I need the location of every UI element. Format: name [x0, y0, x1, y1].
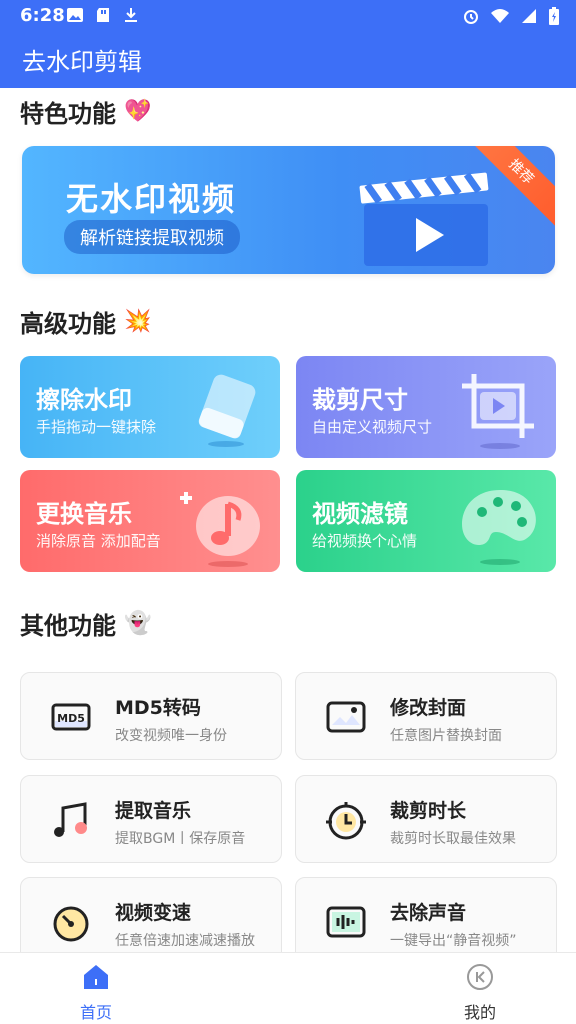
sd-card-icon	[97, 8, 109, 22]
music-note-icon	[180, 492, 260, 567]
card-title: 去除声音	[390, 902, 467, 924]
bottom-navigation: 首页 我的	[0, 952, 576, 1024]
section-featured-label: 特色功能	[20, 100, 116, 128]
md5-transcode-card[interactable]: MD5 MD5转码 改变视频唯一身份	[20, 672, 282, 760]
card-subtitle: 提取BGM丨保存原音	[115, 831, 246, 847]
card-title: MD5转码	[115, 697, 201, 719]
nav-home-label: 首页	[79, 1003, 112, 1022]
nav-profile[interactable]: 我的	[440, 963, 520, 1023]
clapperboard-icon	[359, 172, 489, 266]
app-title: 去水印剪辑	[22, 48, 142, 76]
card-subtitle: 手指拖动一键抹除	[36, 418, 157, 436]
card-subtitle: 任意图片替换封面	[390, 728, 502, 744]
alarm-icon	[464, 10, 478, 24]
no-watermark-video-banner[interactable]: 无水印视频 解析链接提取视频 推荐	[22, 146, 555, 274]
erase-watermark-card[interactable]: 擦除水印 手指拖动一键抹除	[20, 356, 280, 458]
card-subtitle: 一键导出“静音视频”	[390, 933, 517, 949]
card-title: 提取音乐	[115, 800, 192, 822]
card-subtitle: 任意倍速加速减速播放	[115, 933, 255, 949]
card-subtitle: 改变视频唯一身份	[115, 728, 227, 744]
palette-icon	[462, 490, 536, 565]
sparkle-heart-icon: 💖	[124, 99, 152, 124]
card-title: 擦除水印	[36, 386, 132, 414]
eraser-icon	[198, 374, 256, 447]
app-bar: 去水印剪辑	[0, 32, 576, 88]
card-title: 视频滤镜	[312, 500, 408, 528]
download-icon	[125, 8, 137, 22]
home-icon	[84, 965, 108, 989]
timer-icon	[326, 802, 366, 840]
nav-profile-label: 我的	[463, 1003, 496, 1022]
card-title: 修改封面	[390, 697, 467, 719]
battery-icon	[549, 7, 559, 25]
svg-text:MD5: MD5	[57, 712, 85, 725]
extract-music-card[interactable]: 提取音乐 提取BGM丨保存原音	[20, 775, 282, 863]
profile-icon	[467, 964, 493, 990]
card-title: 裁剪尺寸	[312, 386, 408, 414]
music-icon	[54, 802, 87, 837]
section-featured-title: 特色功能 💖	[20, 94, 151, 129]
trim-duration-card[interactable]: 裁剪时长 裁剪时长取最佳效果	[295, 775, 557, 863]
crop-icon	[462, 374, 534, 449]
change-cover-card[interactable]: 修改封面 任意图片替换封面	[295, 672, 557, 760]
crop-size-card[interactable]: 裁剪尺寸 自由定义视频尺寸	[296, 356, 556, 458]
status-time: 6:28	[20, 5, 65, 26]
banner-subtitle: 解析链接提取视频	[64, 220, 240, 254]
section-advanced-label: 高级功能	[20, 310, 116, 338]
card-title: 更换音乐	[36, 500, 132, 528]
section-advanced-title: 高级功能 💥	[20, 304, 151, 339]
speed-icon	[53, 906, 89, 942]
section-others-label: 其他功能	[20, 612, 116, 640]
section-others-title: 其他功能 👻	[20, 606, 151, 641]
card-subtitle: 自由定义视频尺寸	[312, 418, 433, 436]
status-bar: 6:28	[0, 0, 576, 32]
change-music-card[interactable]: 更换音乐 消除原音 添加配音	[20, 470, 280, 572]
card-title: 裁剪时长	[390, 800, 467, 822]
image-icon	[67, 8, 83, 22]
card-subtitle: 消除原音 添加配音	[36, 532, 161, 550]
signal-icon	[522, 9, 536, 23]
card-title: 视频变速	[115, 902, 192, 924]
card-subtitle: 裁剪时长取最佳效果	[390, 831, 516, 847]
image-icon	[326, 701, 366, 733]
md5-icon: MD5	[51, 703, 91, 731]
banner-title: 无水印视频	[66, 180, 237, 218]
video-filter-card[interactable]: 视频滤镜 给视频换个心情	[296, 470, 556, 572]
nav-home[interactable]: 首页	[56, 963, 136, 1023]
collision-icon: 💥	[124, 309, 152, 334]
ghost-icon: 👻	[124, 611, 152, 636]
mute-audio-icon	[326, 906, 366, 938]
card-subtitle: 给视频换个心情	[312, 532, 418, 550]
wifi-icon	[491, 9, 509, 23]
